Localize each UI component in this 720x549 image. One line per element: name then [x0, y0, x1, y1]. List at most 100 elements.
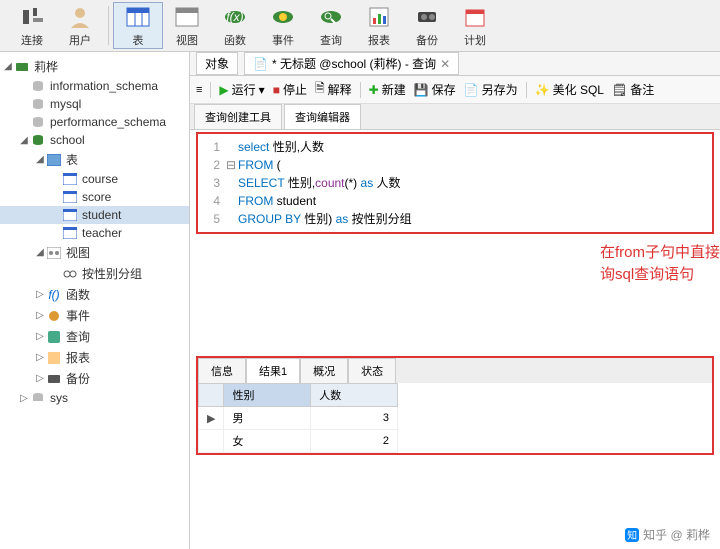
note-icon: 🗒 [612, 83, 627, 97]
col-header[interactable]: 性别 [224, 384, 311, 407]
fold-icon [226, 210, 238, 228]
btn-label: 停止 [283, 81, 307, 98]
table-row[interactable]: ▶男3 [199, 407, 398, 430]
tb-label: 视图 [176, 32, 198, 48]
table-teacher[interactable]: teacher [0, 224, 189, 242]
view-item[interactable]: 按性别分组 [0, 263, 189, 284]
collapse-icon: ▷ [34, 352, 46, 363]
tb-label: 表 [133, 32, 144, 48]
db-school[interactable]: ◢ school [0, 131, 189, 149]
folder-label: 事件 [66, 307, 90, 324]
database-icon [30, 79, 46, 93]
table-score[interactable]: score [0, 188, 189, 206]
database-icon [30, 391, 46, 405]
toolbar-schedule[interactable]: 计划 [451, 2, 499, 49]
views-folder[interactable]: ◢ 视图 [0, 242, 189, 263]
view-icon [173, 4, 201, 30]
wand-icon: ✨ [535, 83, 550, 97]
db-performance_schema[interactable]: performance_schema [0, 113, 189, 131]
document-tabs: 对象 📄 * 无标题 @school (莉桦) - 查询 ✕ [190, 52, 720, 76]
line-number: 5 [202, 210, 226, 228]
db-mysql[interactable]: mysql [0, 95, 189, 113]
save-button[interactable]: 💾保存 [414, 81, 456, 98]
plug-icon [18, 4, 46, 30]
collapse-icon: ▷ [34, 331, 46, 342]
note-button[interactable]: 🗒备注 [612, 81, 654, 98]
toolbar-backup[interactable]: 备份 [403, 2, 451, 49]
user-icon [66, 4, 94, 30]
watermark: 知 知乎 @ 莉桦 [625, 526, 710, 543]
toolbar-connect[interactable]: 连接 [8, 2, 56, 49]
stop-button[interactable]: ■停止 [273, 81, 307, 98]
cell: 3 [311, 407, 398, 430]
functions-folder[interactable]: ▷f()函数 [0, 284, 189, 305]
btn-label: 另存为 [482, 81, 518, 98]
connection-root[interactable]: ◢ 莉桦 [0, 56, 189, 77]
btn-label: 运行 [232, 81, 256, 98]
table-student[interactable]: student [0, 206, 189, 224]
tab-editor[interactable]: 查询编辑器 [284, 104, 361, 129]
query-tab-icon: 📄 [253, 57, 268, 71]
toolbar-function[interactable]: f(x)函数 [211, 2, 259, 49]
toolbar-report[interactable]: 报表 [355, 2, 403, 49]
result-tab-0[interactable]: 信息 [198, 358, 246, 383]
queries-folder[interactable]: ▷查询 [0, 326, 189, 347]
tab-builder[interactable]: 查询创建工具 [194, 104, 282, 129]
saveas-icon: 📄 [464, 83, 479, 97]
backup-folder[interactable]: ▷备份 [0, 368, 189, 389]
explain-button[interactable]: 🗎解释 [315, 79, 352, 100]
fold-icon [226, 138, 238, 156]
events-folder[interactable]: ▷事件 [0, 305, 189, 326]
database-icon [30, 97, 46, 111]
run-button[interactable]: ▶运行▾ [219, 81, 264, 98]
cell: 男 [224, 407, 311, 430]
btn-label: 美化 SQL [553, 81, 604, 98]
collapse-icon: ▷ [34, 289, 46, 300]
result-tab-2[interactable]: 概况 [300, 358, 348, 383]
tab-query[interactable]: 📄 * 无标题 @school (莉桦) - 查询 ✕ [244, 52, 459, 75]
result-tab-3[interactable]: 状态 [348, 358, 396, 383]
toolbar-table[interactable]: 表 [113, 2, 163, 49]
result-tabs: 信息结果1概况状态 [198, 358, 712, 383]
db-sys[interactable]: ▷sys [0, 389, 189, 407]
table-icon [62, 190, 78, 204]
table-row[interactable]: 女2 [199, 430, 398, 453]
db-label: information_schema [50, 79, 158, 93]
menu-button[interactable]: ≡ [196, 84, 202, 96]
row-indicator-header [199, 384, 224, 407]
main-area: ◢ 莉桦 information_schemamysqlperformance_… [0, 52, 720, 549]
toolbar-user[interactable]: 用户 [56, 2, 104, 49]
expand-icon: ◢ [18, 135, 30, 146]
table-course[interactable]: course [0, 170, 189, 188]
collapse-icon: ▷ [18, 393, 30, 404]
row-pointer: ▶ [199, 407, 224, 430]
new-button[interactable]: ✚新建 [369, 81, 406, 98]
close-icon[interactable]: ✕ [440, 57, 450, 71]
reports-folder[interactable]: ▷报表 [0, 347, 189, 368]
db-information_schema[interactable]: information_schema [0, 77, 189, 95]
sql-editor[interactable]: 1select 性别,人数2⊟FROM (3SELECT 性别,count(*)… [202, 138, 708, 228]
btn-label: 备注 [630, 81, 654, 98]
nav-tree: ◢ 莉桦 information_schemamysqlperformance_… [0, 52, 190, 549]
annotation-text: 在from子句中直接定义视图的查询sql查询语句 [600, 242, 720, 286]
tb-label: 函数 [224, 32, 246, 48]
tables-folder[interactable]: ◢ 表 [0, 149, 189, 170]
cell: 女 [224, 430, 311, 453]
plus-icon: ✚ [369, 83, 379, 97]
item-label: 按性别分组 [82, 265, 142, 282]
toolbar-view[interactable]: 视图 [163, 2, 211, 49]
btn-label: 解释 [328, 81, 352, 98]
toolbar-query[interactable]: 查询 [307, 2, 355, 49]
tb-label: 报表 [368, 32, 390, 48]
fold-icon [226, 192, 238, 210]
beautify-button[interactable]: ✨美化 SQL [535, 81, 604, 98]
tab-object[interactable]: 对象 [196, 52, 238, 75]
col-header[interactable]: 人数 [311, 384, 398, 407]
result-tab-1[interactable]: 结果1 [246, 358, 300, 383]
item-label: teacher [82, 226, 122, 240]
content-area: 对象 📄 * 无标题 @school (莉桦) - 查询 ✕ ≡ ▶运行▾ ■停… [190, 52, 720, 549]
toolbar-event[interactable]: 事件 [259, 2, 307, 49]
fx-icon: f() [46, 288, 62, 302]
result-panel-highlight: 信息结果1概况状态 性别 人数 ▶男3女2 [196, 356, 714, 455]
saveas-button[interactable]: 📄另存为 [464, 81, 518, 98]
